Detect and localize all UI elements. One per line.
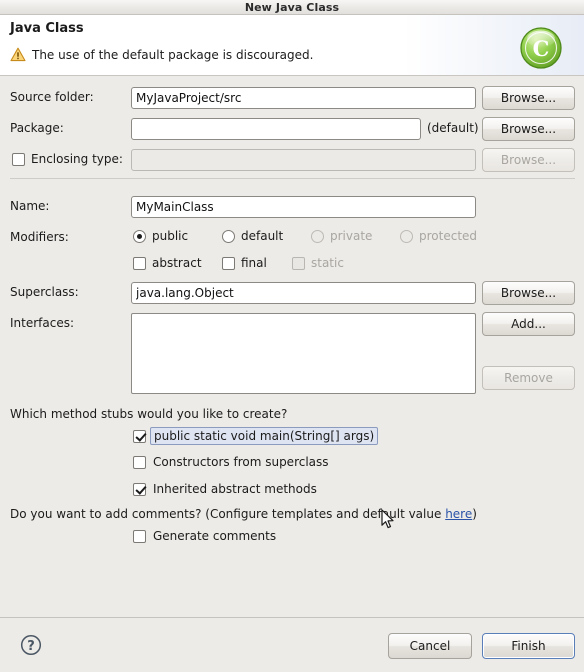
package-browse-button[interactable]: Browse... <box>482 117 575 141</box>
comments-question-prefix: Do you want to add comments? (Configure … <box>10 507 446 521</box>
superclass-input[interactable] <box>131 282 476 304</box>
checkbox-inherited-abstract-label: Inherited abstract methods <box>153 482 317 496</box>
source-folder-input[interactable] <box>131 87 476 109</box>
modifier-checkbox-final[interactable]: final <box>222 256 267 270</box>
header-message-row: The use of the default package is discou… <box>10 47 313 62</box>
enclosing-type-row: Enclosing type: Browse... <box>0 148 584 172</box>
source-folder-label: Source folder: <box>10 90 94 104</box>
enclosing-type-browse-button[interactable]: Browse... <box>482 148 575 172</box>
modifier-checkbox-abstract[interactable]: abstract <box>133 256 202 270</box>
checkbox-abstract-indicator[interactable] <box>133 256 146 270</box>
dialog-button-bar: ? Cancel Finish <box>0 617 584 671</box>
source-folder-row: Source folder: Browse... <box>0 86 584 110</box>
dialog-titlebar: New Java Class <box>0 0 584 15</box>
enclosing-type-label: Enclosing type: <box>31 152 123 166</box>
radio-public-label: public <box>152 229 189 243</box>
comments-question-suffix: ) <box>472 507 477 521</box>
superclass-row: Superclass: Browse... <box>0 281 584 305</box>
interfaces-add-button[interactable]: Add... <box>482 312 575 336</box>
package-input[interactable] <box>131 118 421 140</box>
superclass-label: Superclass: <box>10 285 79 299</box>
checkbox-abstract-label: abstract <box>152 256 202 270</box>
page-title: Java Class <box>10 21 84 36</box>
checkbox-generate-comments-label: Generate comments <box>153 529 277 543</box>
section-separator-top <box>10 178 575 179</box>
radio-default-label: default <box>241 229 284 243</box>
checkbox-main-method-indicator[interactable] <box>133 429 146 443</box>
superclass-browse-button[interactable]: Browse... <box>482 281 575 305</box>
modifier-radio-private: private <box>311 229 372 243</box>
radio-protected-label: protected <box>419 229 478 243</box>
radio-private-label: private <box>330 229 373 243</box>
interfaces-remove-button[interactable]: Remove <box>482 366 575 390</box>
wizard-content: Source folder: Browse... Package: (defau… <box>0 76 584 617</box>
enclosing-type-input[interactable] <box>131 149 476 171</box>
wizard-header: Java Class The use of the default packag… <box>0 15 584 76</box>
stub-option-main-method[interactable]: public static void main(String[] args) <box>133 427 379 445</box>
interfaces-row: Interfaces: Add... Remove <box>0 312 584 398</box>
package-default-hint: (default) <box>427 121 479 135</box>
radio-public-indicator[interactable] <box>133 229 146 243</box>
radio-protected-indicator <box>400 229 413 243</box>
radio-default-indicator[interactable] <box>222 229 235 243</box>
method-stubs-question: Which method stubs would you like to cre… <box>10 407 288 421</box>
warning-triangle-icon <box>10 47 26 62</box>
modifier-checkbox-static: static <box>292 256 344 270</box>
package-row: Package: (default) Browse... <box>0 117 584 141</box>
class-name-input[interactable] <box>131 196 476 218</box>
checkbox-static-indicator <box>292 256 305 270</box>
checkbox-constructors-label: Constructors from superclass <box>153 455 329 469</box>
modifier-radio-protected: protected <box>400 229 477 243</box>
name-row: Name: <box>0 196 584 218</box>
interfaces-label: Interfaces: <box>10 316 75 330</box>
interfaces-list[interactable] <box>131 313 476 394</box>
checkbox-final-indicator[interactable] <box>222 256 235 270</box>
checkbox-inherited-abstract-indicator[interactable] <box>133 482 146 496</box>
modifier-radio-default[interactable]: default <box>222 229 283 243</box>
generate-comments-option[interactable]: Generate comments <box>133 529 276 543</box>
name-label: Name: <box>10 199 50 213</box>
modifiers-label: Modifiers: <box>10 230 69 244</box>
enclosing-type-checkbox[interactable] <box>12 153 25 166</box>
dialog-title: New Java Class <box>244 0 340 14</box>
package-label: Package: <box>10 121 64 135</box>
checkbox-generate-comments-indicator[interactable] <box>133 529 146 543</box>
finish-button[interactable]: Finish <box>482 633 575 659</box>
comments-question: Do you want to add comments? (Configure … <box>10 507 477 521</box>
checkbox-constructors-indicator[interactable] <box>133 455 146 469</box>
checkbox-final-label: final <box>241 256 267 270</box>
header-message: The use of the default package is discou… <box>32 47 314 62</box>
svg-text:?: ? <box>27 639 35 654</box>
help-question-icon[interactable]: ? <box>20 634 42 656</box>
modifier-radio-public[interactable]: public <box>133 229 188 243</box>
source-folder-browse-button[interactable]: Browse... <box>482 86 575 110</box>
checkbox-main-method-label: public static void main(String[] args) <box>150 427 379 445</box>
cancel-button[interactable]: Cancel <box>388 633 472 659</box>
modifiers-row: Modifiers: <box>0 227 584 249</box>
stub-option-inherited-abstract[interactable]: Inherited abstract methods <box>133 482 317 496</box>
radio-private-indicator <box>311 229 324 243</box>
configure-templates-link[interactable]: here <box>445 507 472 521</box>
stub-option-constructors[interactable]: Constructors from superclass <box>133 455 329 469</box>
java-class-wizard-icon: C <box>519 26 563 70</box>
checkbox-static-label: static <box>311 256 344 270</box>
